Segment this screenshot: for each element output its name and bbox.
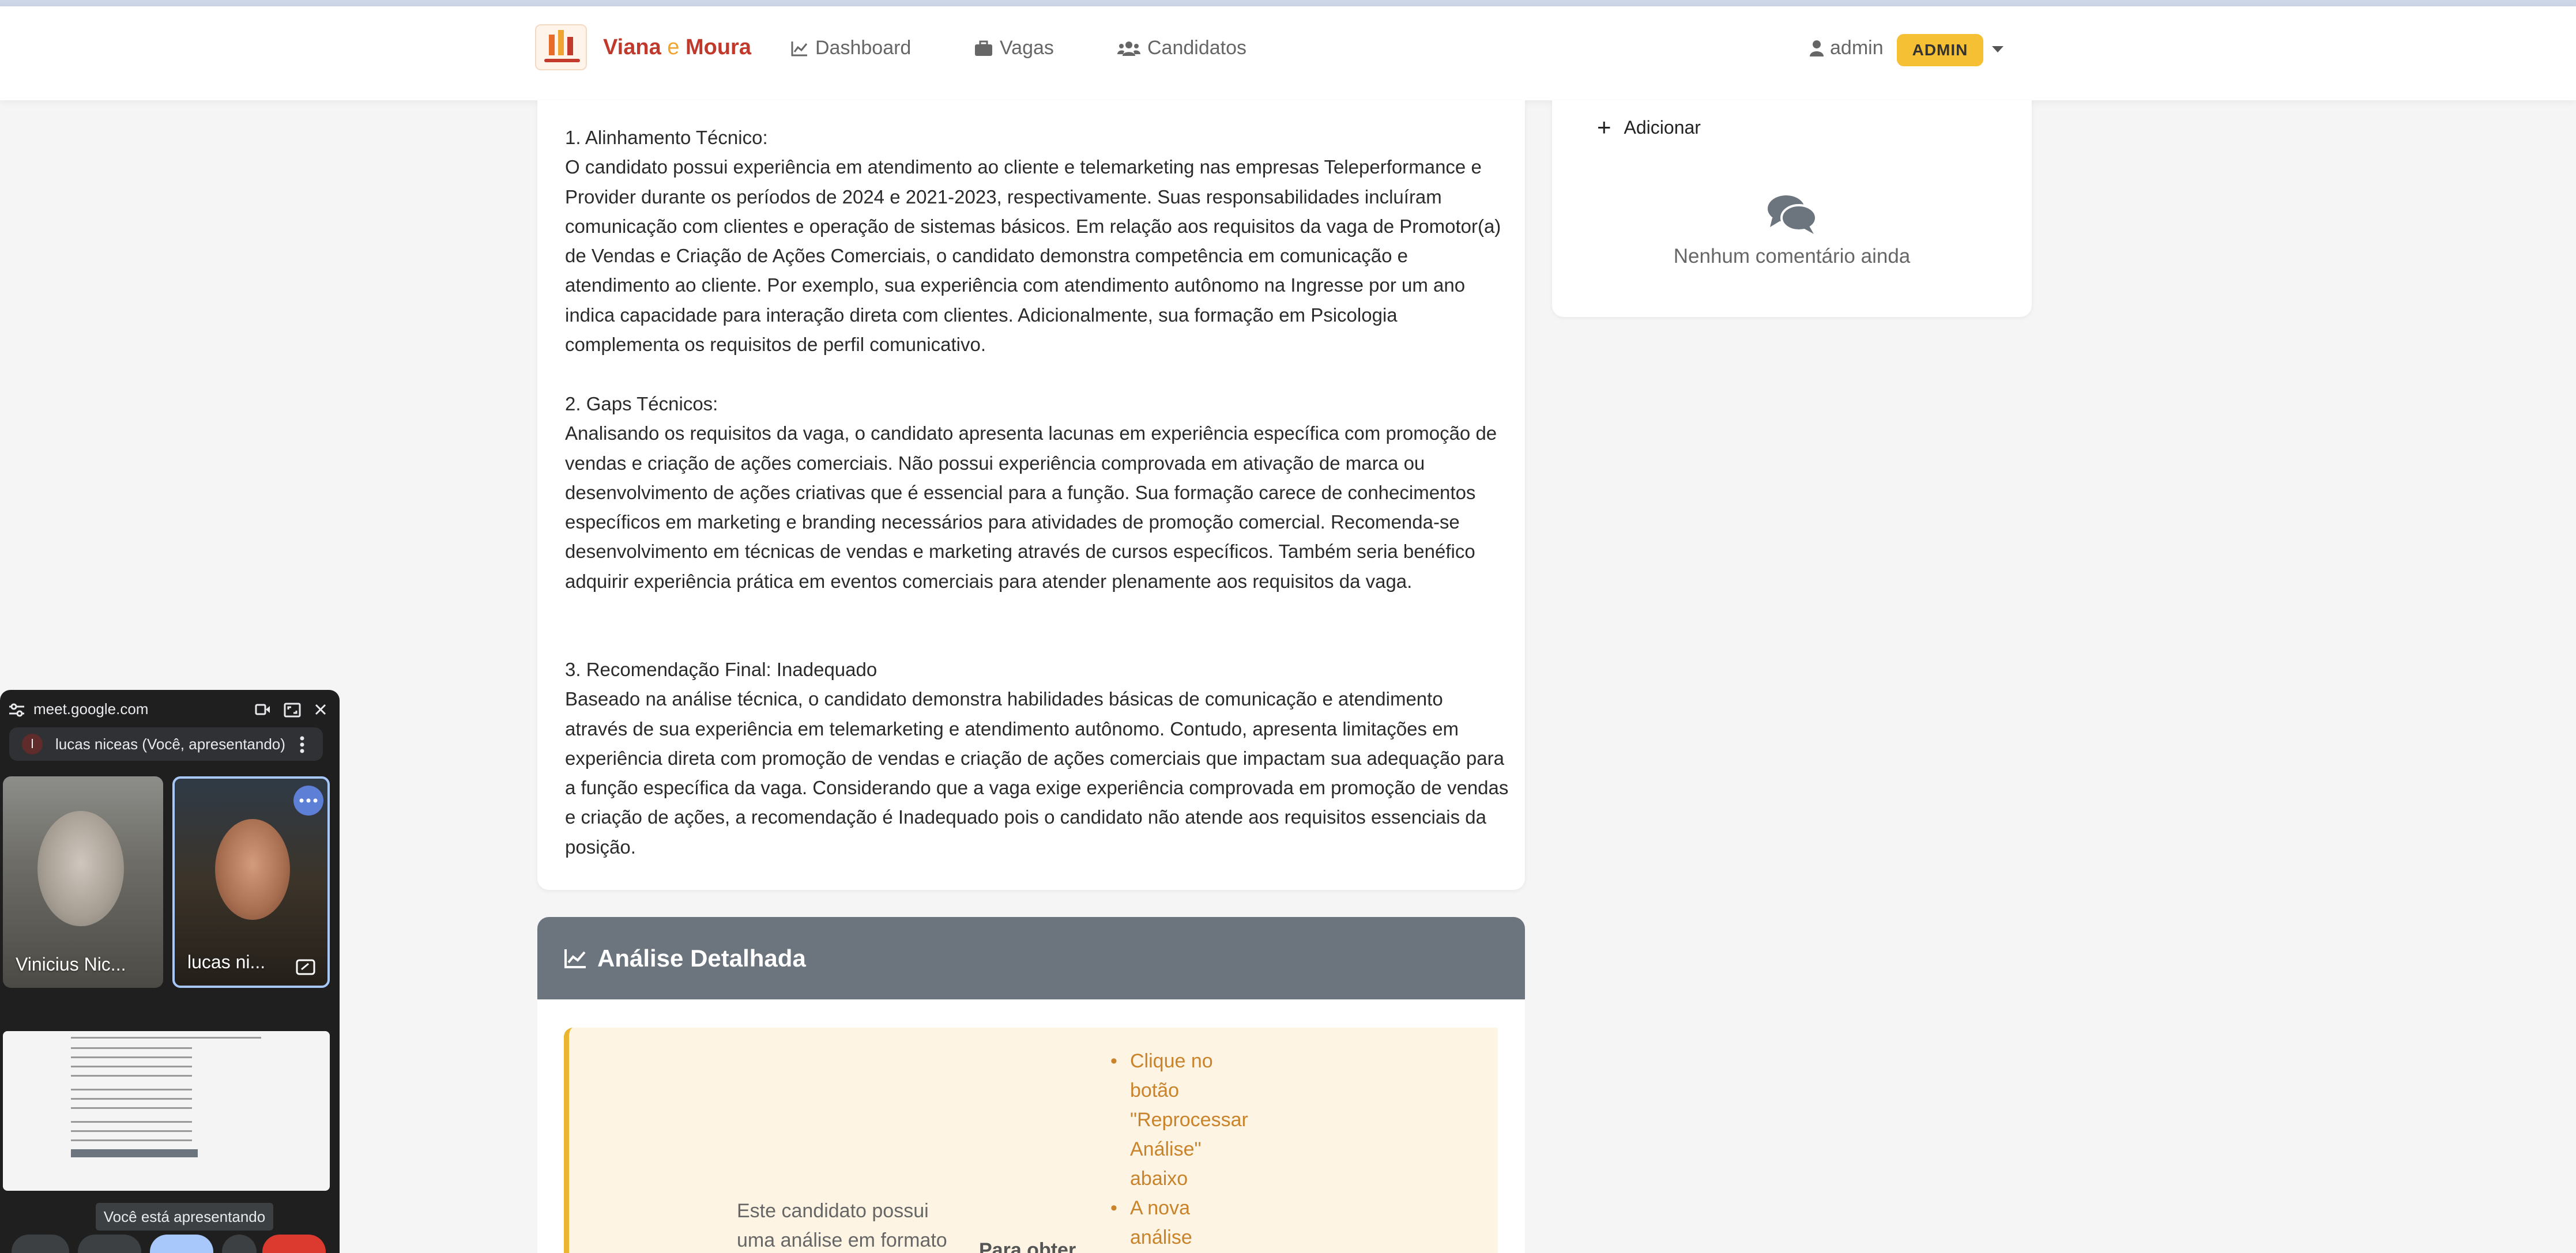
list-item: Análise" <box>1130 1138 1202 1160</box>
participant-name: Vinicius Nic... <box>16 954 126 975</box>
camera-toggle-icon[interactable] <box>255 703 271 716</box>
present-screen-button[interactable] <box>150 1235 213 1253</box>
presenting-indicator[interactable]: l lucas niceas (Você, apresentando) <box>9 727 323 761</box>
chart-line-icon <box>791 41 808 56</box>
microphone-button[interactable] <box>12 1235 69 1253</box>
close-icon[interactable] <box>314 703 327 716</box>
users-icon <box>1117 41 1140 56</box>
leave-call-button[interactable] <box>262 1235 326 1253</box>
list-item: análise <box>1130 1226 1192 1248</box>
more-actions-button[interactable] <box>222 1235 257 1253</box>
participant-name: lucas ni... <box>187 952 266 972</box>
list-item: "Reprocessar <box>1130 1109 1248 1131</box>
nav-candidatos[interactable]: Candidatos <box>1117 37 1246 59</box>
tile-more-options-icon[interactable] <box>293 786 323 816</box>
brand-name-part2: Moura <box>685 35 751 59</box>
list-item: abaixo <box>1130 1168 1188 1190</box>
avatar: l <box>22 734 43 754</box>
comments-icon <box>1768 195 1817 234</box>
section-title: 2. Gaps Técnicos: <box>565 393 718 414</box>
brand-name-connector: e <box>667 35 680 59</box>
reprocess-steps-list: Clique no botão "Reprocessar Análise" ab… <box>1110 1047 1280 1252</box>
detailed-analysis-title: Análise Detalhada <box>597 944 806 972</box>
section-body: Analisando os requisitos da vaga, o cand… <box>565 422 1497 592</box>
detailed-analysis-header: Análise Detalhada <box>537 917 1525 999</box>
user-name: admin <box>1830 37 1884 59</box>
briefcase-icon <box>975 40 992 56</box>
brand-logo <box>535 24 587 70</box>
more-options-icon[interactable] <box>300 736 304 753</box>
browser-top-strip <box>0 0 2576 6</box>
analysis-section-gaps: 2. Gaps Técnicos: Analisando os requisit… <box>565 389 1511 596</box>
participant-video <box>215 819 290 920</box>
navbar <box>0 6 2576 100</box>
nav-dashboard-label: Dashboard <box>815 37 912 59</box>
plus-icon: + <box>1597 114 1611 141</box>
list-item: Clique no <box>1110 1047 1280 1076</box>
list-item: botão <box>1130 1080 1180 1101</box>
legacy-format-notice <box>564 1028 1498 1253</box>
expand-icon[interactable] <box>284 703 301 718</box>
presenting-label: lucas niceas (Você, apresentando) <box>55 735 285 753</box>
section-title: 1. Alinhamento Técnico: <box>565 127 768 148</box>
presenting-tooltip: Você está apresentando <box>96 1203 273 1231</box>
user-icon <box>1810 40 1824 56</box>
brand-name-part1: Viana <box>603 35 661 59</box>
section-title: 3. Recomendação Final: Inadequado <box>565 659 878 680</box>
participant-tile-self[interactable]: lucas ni... <box>172 776 330 988</box>
add-comment-button[interactable]: + Adicionar <box>1597 115 1701 139</box>
nav-vagas[interactable]: Vagas <box>974 37 1054 59</box>
add-comment-label: Adicionar <box>1624 116 1701 138</box>
section-body: O candidato possui experiência em atendi… <box>565 156 1501 356</box>
notice-text: Este candidato possui uma análise em for… <box>737 1200 947 1251</box>
role-badge: ADMIN <box>1897 34 1983 66</box>
camera-button[interactable] <box>78 1235 141 1253</box>
meet-floating-panel: meet.google.com l lucas niceas (Você, ap… <box>0 690 340 1253</box>
brand-name: Viana e Moura <box>603 35 751 60</box>
list-item: A nova <box>1110 1194 1280 1223</box>
site-settings-icon[interactable] <box>8 703 25 718</box>
user-dropdown-caret-icon[interactable] <box>1992 46 2003 52</box>
nav-vagas-label: Vagas <box>1000 37 1054 59</box>
picture-in-picture-icon[interactable] <box>296 959 315 975</box>
notice-bold-text: Para obter <box>979 1239 1076 1253</box>
nav-dashboard[interactable]: Dashboard <box>791 37 911 59</box>
section-body: Baseado na análise técnica, o candidato … <box>565 688 1509 858</box>
participant-video <box>37 811 124 926</box>
participant-tile[interactable]: Vinicius Nic... <box>3 776 163 988</box>
chart-line-icon <box>564 949 586 968</box>
nav-candidatos-label: Candidatos <box>1147 37 1247 59</box>
no-comments-text: Nenhum comentário ainda <box>1673 245 1911 267</box>
analysis-section-alignment: 1. Alinhamento Técnico: O candidato poss… <box>565 123 1511 359</box>
meet-url: meet.google.com <box>33 700 149 718</box>
brand[interactable]: Viana e Moura <box>535 24 751 70</box>
analysis-section-recommendation: 3. Recomendação Final: Inadequado Basead… <box>565 655 1511 862</box>
screen-share-preview <box>3 1031 330 1191</box>
user-menu[interactable]: admin <box>1809 37 1884 59</box>
